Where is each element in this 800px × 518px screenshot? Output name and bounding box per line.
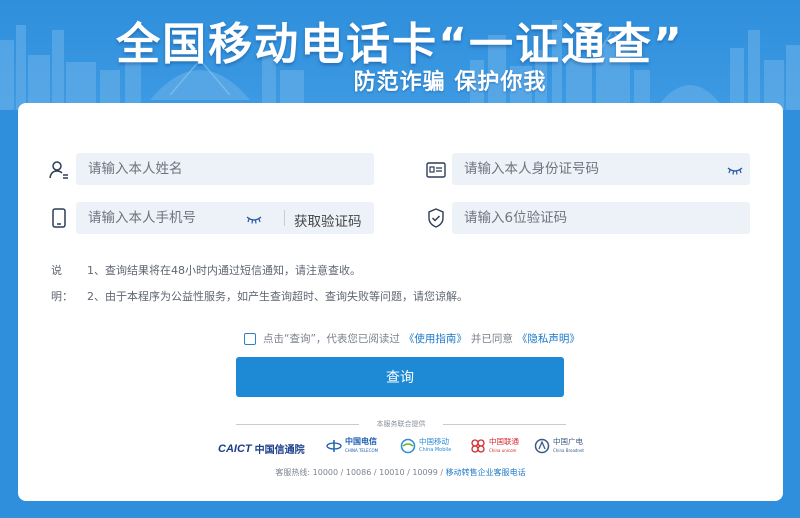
china-mobile-icon [400,438,416,454]
shield-check-icon [428,208,444,228]
phone-input[interactable] [88,202,238,234]
header-banner: 全国移动电话卡“一证通查” 防范诈骗 保护你我 [0,0,800,110]
query-button[interactable]: 查询 [236,357,564,397]
hotline-text: 客服热线: 10000 / 10086 / 10010 / 10099 / 移动… [18,467,783,478]
agree-checkbox[interactable] [244,332,256,345]
id-card-icon [426,162,446,178]
joint-service-divider: 本服务联合提供 [236,418,566,430]
usage-guide-link[interactable]: 《使用指南》 [404,331,467,346]
name-field[interactable] [76,153,374,185]
note-item: 2、由于本程序为公益性服务，如产生查询超时、查询失败等问题，请您谅解。 [87,290,468,303]
id-number-field[interactable] [452,153,750,185]
caict-logo: CAICT 中国信通院 [218,442,305,457]
china-broadnet-icon [534,438,550,454]
joint-service-label: 本服务联合提供 [376,420,426,428]
eye-closed-icon[interactable] [246,214,262,224]
page-title: 全国移动电话卡“一证通查” [116,19,684,70]
field-divider [284,210,285,226]
code-field[interactable] [452,202,750,234]
user-icon [49,161,68,179]
get-code-button[interactable]: 获取验证码 [294,210,362,230]
phone-icon [52,208,66,228]
agreement-text: 点击“查询”，代表您已阅读过 [263,333,400,345]
note-item: 1、查询结果将在48小时内通过短信通知，请注意查收。 [87,264,361,277]
name-input[interactable] [88,153,374,185]
query-form-card: 获取验证码 说明： 1、查询结果将在48小时内通过短信通知，请注意查收。 2、由… [18,103,783,501]
agreement-text-middle: 并已同意 [470,333,513,345]
agreement-row: 点击“查询”，代表您已阅读过 《使用指南》 并已同意 《隐私声明》 [244,331,584,346]
code-input[interactable] [464,202,750,234]
provider-logos: CAICT 中国信通院 中国电信 CHINA TELECOM 中国移动 Chin… [18,437,783,461]
eye-closed-icon[interactable] [727,165,743,175]
page-subtitle: 防范诈骗 保护你我 [353,70,547,95]
china-telecom-icon [326,440,342,452]
id-number-input[interactable] [464,153,750,185]
phone-field[interactable]: 获取验证码 [76,202,374,234]
reseller-hotline-link[interactable]: 移动转售企业客服电话 [446,468,526,477]
china-unicom-icon [471,439,485,453]
notes-label: 说明： [51,264,73,303]
china-unicom-logo: 中国联通 China unicom [470,437,519,455]
china-telecom-logo: 中国电信 CHINA TELECOM [326,437,378,455]
hotline-numbers: 客服热线: 10000 / 10086 / 10010 / 10099 / [275,468,444,477]
china-mobile-logo: 中国移动 China Mobile [400,437,451,455]
china-broadnet-logo: 中国广电 China Broadnet [534,437,584,455]
privacy-statement-link[interactable]: 《隐私声明》 [517,331,580,346]
